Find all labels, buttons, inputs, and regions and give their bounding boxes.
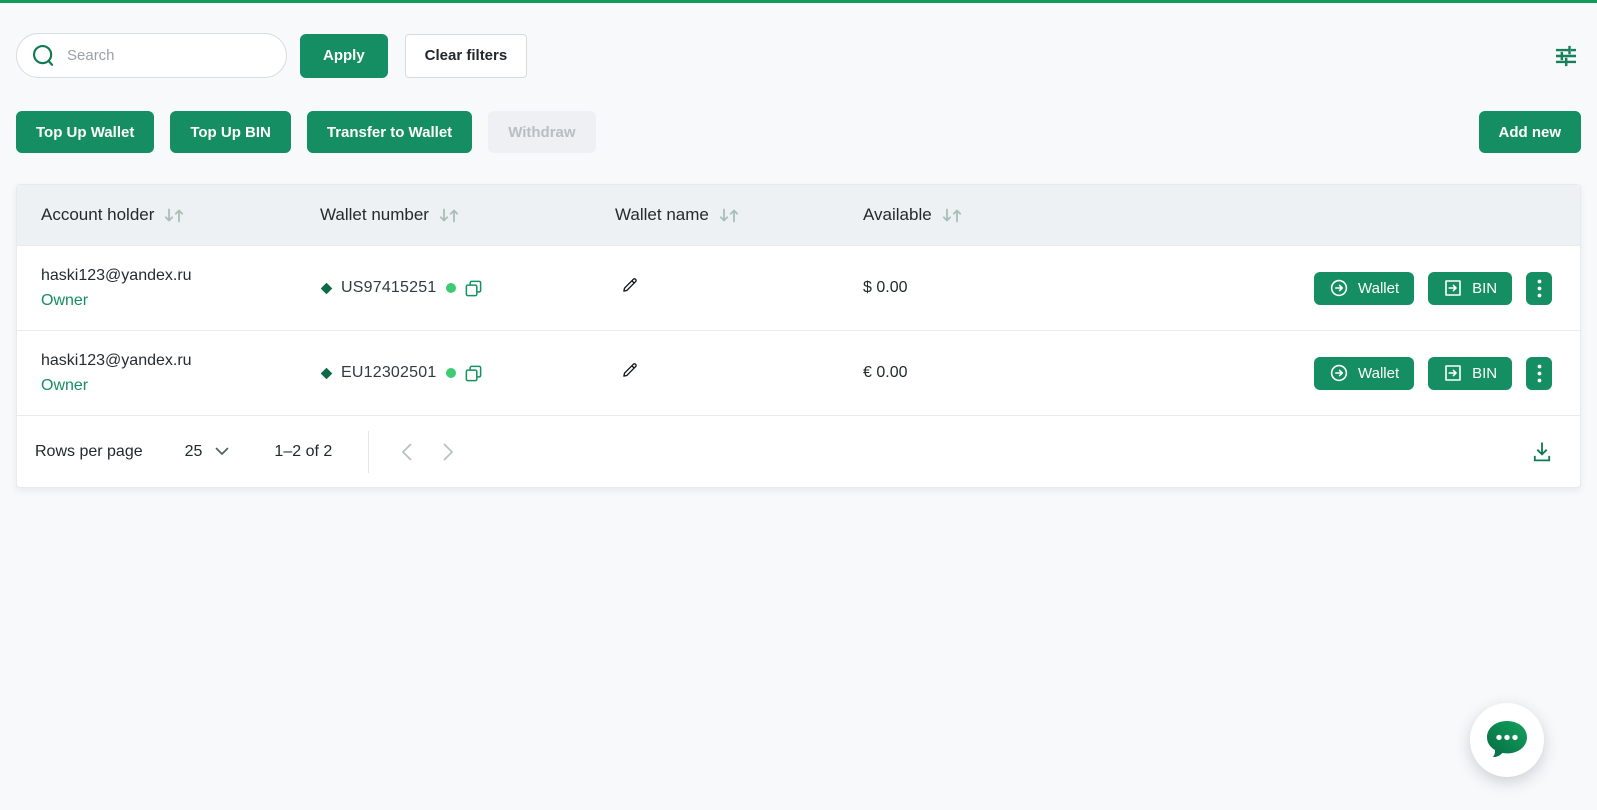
column-label: Account holder <box>41 205 154 225</box>
add-new-button[interactable]: Add new <box>1479 111 1582 153</box>
wallets-table: Account holder Wallet number <box>16 184 1581 488</box>
copy-wallet-number-button[interactable] <box>464 279 483 298</box>
arrow-circle-right-icon <box>1329 278 1349 298</box>
bin-button-label: BIN <box>1472 365 1497 382</box>
column-label: Available <box>863 205 932 225</box>
wallet-details-button[interactable]: Wallet <box>1314 272 1414 305</box>
wallet-actions-row: Top Up Wallet Top Up BIN Transfer to Wal… <box>16 111 1581 153</box>
diamond-icon <box>320 367 333 380</box>
search-input[interactable] <box>67 47 278 64</box>
column-header-account-holder[interactable]: Account holder <box>17 205 320 225</box>
chat-support-button[interactable] <box>1470 703 1544 777</box>
column-label: Wallet name <box>615 205 709 225</box>
wallet-name-cell <box>615 277 863 299</box>
pencil-icon <box>621 277 638 294</box>
chevron-right-icon <box>443 443 454 461</box>
table-header-row: Account holder Wallet number <box>17 185 1580 245</box>
pencil-icon <box>621 362 638 379</box>
kebab-menu-icon <box>1537 279 1542 298</box>
chevron-down-icon <box>215 447 229 456</box>
export-download-button[interactable] <box>1530 440 1554 464</box>
sort-icon[interactable] <box>163 207 185 224</box>
row-menu-button[interactable] <box>1526 357 1552 390</box>
wallet-button-label: Wallet <box>1358 365 1399 382</box>
kebab-menu-icon <box>1537 364 1542 383</box>
bin-button-label: BIN <box>1472 280 1497 297</box>
account-role[interactable]: Owner <box>41 377 320 395</box>
wallet-button-label: Wallet <box>1358 280 1399 297</box>
edit-wallet-name-button[interactable] <box>621 277 638 294</box>
account-holder-cell: haski123@yandex.ru Owner <box>17 267 320 310</box>
pagination-nav <box>397 439 458 465</box>
diamond-icon <box>320 282 333 295</box>
filter-toolbar: Apply Clear filters <box>16 33 1581 78</box>
available-amount: € 0.00 <box>863 364 907 381</box>
top-accent-bar <box>0 0 1597 3</box>
clear-filters-button[interactable]: Clear filters <box>405 34 528 78</box>
rows-per-page-value: 25 <box>185 443 203 461</box>
available-amount: $ 0.00 <box>863 279 907 296</box>
bin-details-button[interactable]: BIN <box>1428 272 1512 305</box>
wallet-number: US97415251 <box>341 279 436 297</box>
sort-icon[interactable] <box>438 207 460 224</box>
copy-wallet-number-button[interactable] <box>464 364 483 383</box>
account-email: haski123@yandex.ru <box>41 267 320 285</box>
table-footer: Rows per page 25 1–2 of 2 <box>17 415 1580 487</box>
chat-bubble-icon <box>1485 719 1529 761</box>
column-label: Wallet number <box>320 205 429 225</box>
rows-per-page-label: Rows per page <box>35 443 143 461</box>
bin-details-button[interactable]: BIN <box>1428 357 1512 390</box>
account-role[interactable]: Owner <box>41 292 320 310</box>
top-up-bin-button[interactable]: Top Up BIN <box>170 111 291 153</box>
rows-per-page-select[interactable]: 25 <box>185 443 230 461</box>
wallet-number-cell: EU12302501 <box>320 364 615 383</box>
apply-button[interactable]: Apply <box>300 34 388 78</box>
account-email: haski123@yandex.ru <box>41 352 320 370</box>
row-actions-cell: Wallet BIN <box>1314 272 1580 305</box>
arrow-box-right-icon <box>1443 363 1463 383</box>
column-header-wallet-name[interactable]: Wallet name <box>615 205 863 225</box>
arrow-circle-right-icon <box>1329 363 1349 383</box>
search-box[interactable] <box>16 33 287 78</box>
top-up-wallet-button[interactable]: Top Up Wallet <box>16 111 154 153</box>
sort-icon[interactable] <box>941 207 963 224</box>
download-icon <box>1530 440 1554 464</box>
pagination-range: 1–2 of 2 <box>274 443 332 461</box>
chevron-left-icon <box>401 443 412 461</box>
previous-page-button[interactable] <box>397 439 416 465</box>
column-header-wallet-number[interactable]: Wallet number <box>320 205 615 225</box>
wallet-number-cell: US97415251 <box>320 279 615 298</box>
withdraw-button[interactable]: Withdraw <box>488 111 595 153</box>
sort-icon[interactable] <box>718 207 740 224</box>
column-header-available[interactable]: Available <box>863 205 1314 225</box>
wallets-page: Apply Clear filters Top Up Wallet Top Up… <box>0 33 1597 488</box>
table-row: haski123@yandex.ru Owner US97415251 <box>17 245 1580 330</box>
wallet-number: EU12302501 <box>341 364 436 382</box>
filter-settings-button[interactable] <box>1555 45 1577 67</box>
available-cell: € 0.00 <box>863 364 1314 382</box>
wallet-name-cell <box>615 362 863 384</box>
copy-icon <box>464 364 483 383</box>
divider <box>368 431 369 473</box>
status-dot-icon <box>446 368 456 378</box>
wallet-details-button[interactable]: Wallet <box>1314 357 1414 390</box>
status-dot-icon <box>446 283 456 293</box>
next-page-button[interactable] <box>439 439 458 465</box>
row-menu-button[interactable] <box>1526 272 1552 305</box>
sliders-icon <box>1555 45 1577 67</box>
row-actions-cell: Wallet BIN <box>1314 357 1580 390</box>
search-icon <box>30 42 57 69</box>
table-row: haski123@yandex.ru Owner EU12302501 <box>17 330 1580 415</box>
arrow-box-right-icon <box>1443 278 1463 298</box>
copy-icon <box>464 279 483 298</box>
account-holder-cell: haski123@yandex.ru Owner <box>17 352 320 395</box>
transfer-to-wallet-button[interactable]: Transfer to Wallet <box>307 111 472 153</box>
edit-wallet-name-button[interactable] <box>621 362 638 379</box>
available-cell: $ 0.00 <box>863 279 1314 297</box>
